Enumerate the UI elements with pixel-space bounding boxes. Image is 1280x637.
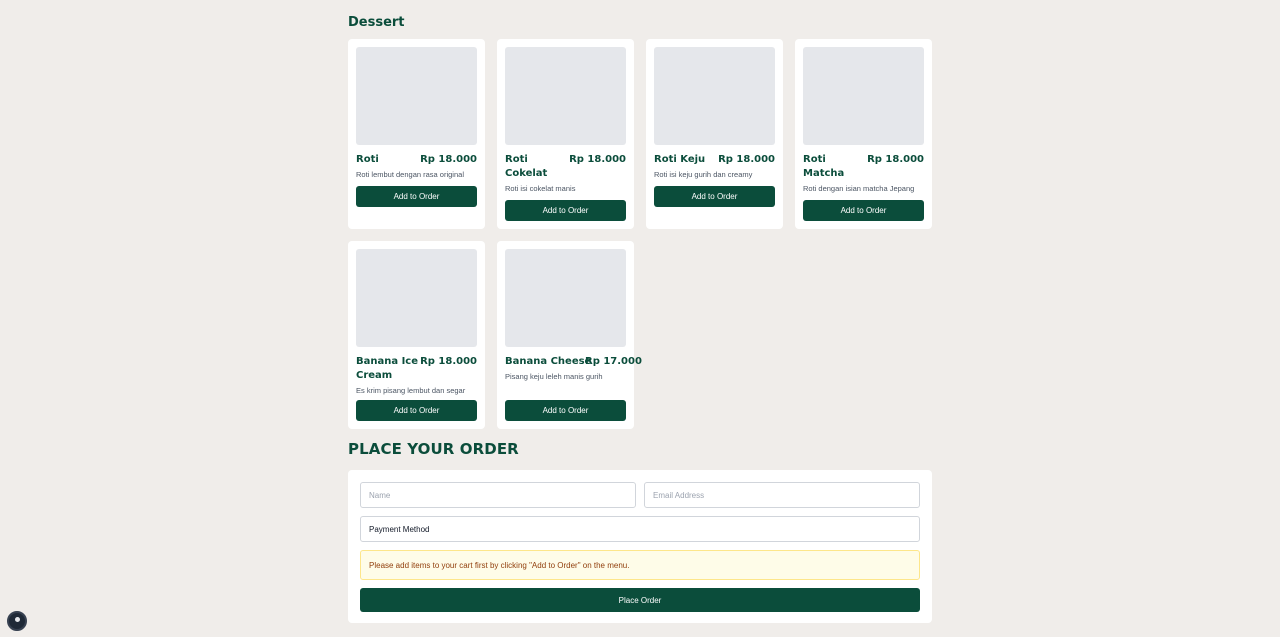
product-image-placeholder [356, 47, 477, 145]
product-price: Rp 17.000 [585, 356, 642, 367]
product-price: Rp 18.000 [867, 154, 924, 165]
add-to-order-button[interactable]: Add to Order [505, 200, 626, 221]
product-image-placeholder [505, 47, 626, 145]
dot-icon [14, 617, 20, 622]
order-form: Name Email Address Payment Method Please… [348, 470, 932, 623]
product-image-placeholder [654, 47, 775, 145]
product-description: Roti isi cokelat manis [505, 184, 576, 193]
add-to-order-button[interactable]: Add to Order [356, 400, 477, 421]
floating-action-button[interactable] [7, 611, 27, 631]
category-title: Dessert [348, 15, 405, 30]
order-section-title: PLACE YOUR ORDER [348, 440, 519, 458]
payment-method-select[interactable]: Payment Method [360, 516, 920, 542]
menu-card: Banana Cheese Rp 17.000 Pisang keju lele… [497, 241, 642, 429]
product-description: Pisang keju leleh manis gurih [505, 372, 603, 381]
add-to-order-button[interactable]: Add to Order [505, 400, 626, 421]
product-description: Roti lembut dengan rasa original [356, 170, 464, 179]
product-price: Rp 18.000 [569, 154, 626, 165]
product-name: Roti [356, 154, 379, 165]
product-name: Banana Ice Cream [356, 356, 419, 381]
menu-card: Banana Ice Cream Rp 18.000 Es krim pisan… [348, 241, 485, 429]
product-image-placeholder [505, 249, 626, 347]
menu-card: Roti Matcha Rp 18.000 Roti dengan isian … [795, 39, 932, 229]
product-image-placeholder [356, 249, 477, 347]
product-name: Roti Cokelat [505, 154, 548, 179]
name-input[interactable]: Name [360, 482, 636, 508]
product-description: Es krim pisang lembut dan segar [356, 386, 466, 395]
product-image-placeholder [803, 47, 924, 145]
cart-empty-notice: Please add items to your cart first by c… [360, 550, 920, 580]
menu-grid: Roti Rp 18.000 Roti lembut dengan rasa o… [348, 39, 932, 429]
email-input[interactable]: Email Address [644, 482, 920, 508]
product-price: Rp 18.000 [420, 154, 477, 165]
add-to-order-button[interactable]: Add to Order [654, 186, 775, 207]
menu-card: Roti Cokelat Rp 18.000 Roti isi cokelat … [497, 39, 634, 229]
add-to-order-button[interactable]: Add to Order [356, 186, 477, 207]
menu-card: Roti Rp 18.000 Roti lembut dengan rasa o… [348, 39, 485, 229]
product-price: Rp 18.000 [420, 356, 477, 367]
place-order-button[interactable]: Place Order [360, 588, 920, 612]
product-name: Banana Cheese [505, 356, 592, 367]
product-description: Roti dengan isian matcha Jepang [803, 184, 915, 193]
add-to-order-button[interactable]: Add to Order [803, 200, 924, 221]
product-price: Rp 18.000 [718, 154, 775, 165]
product-description: Roti isi keju gurih dan creamy [654, 170, 753, 179]
product-name: Roti Keju [654, 154, 706, 165]
menu-card: Roti Keju Rp 18.000 Roti isi keju gurih … [646, 39, 783, 229]
product-name: Roti Matcha [803, 154, 845, 179]
